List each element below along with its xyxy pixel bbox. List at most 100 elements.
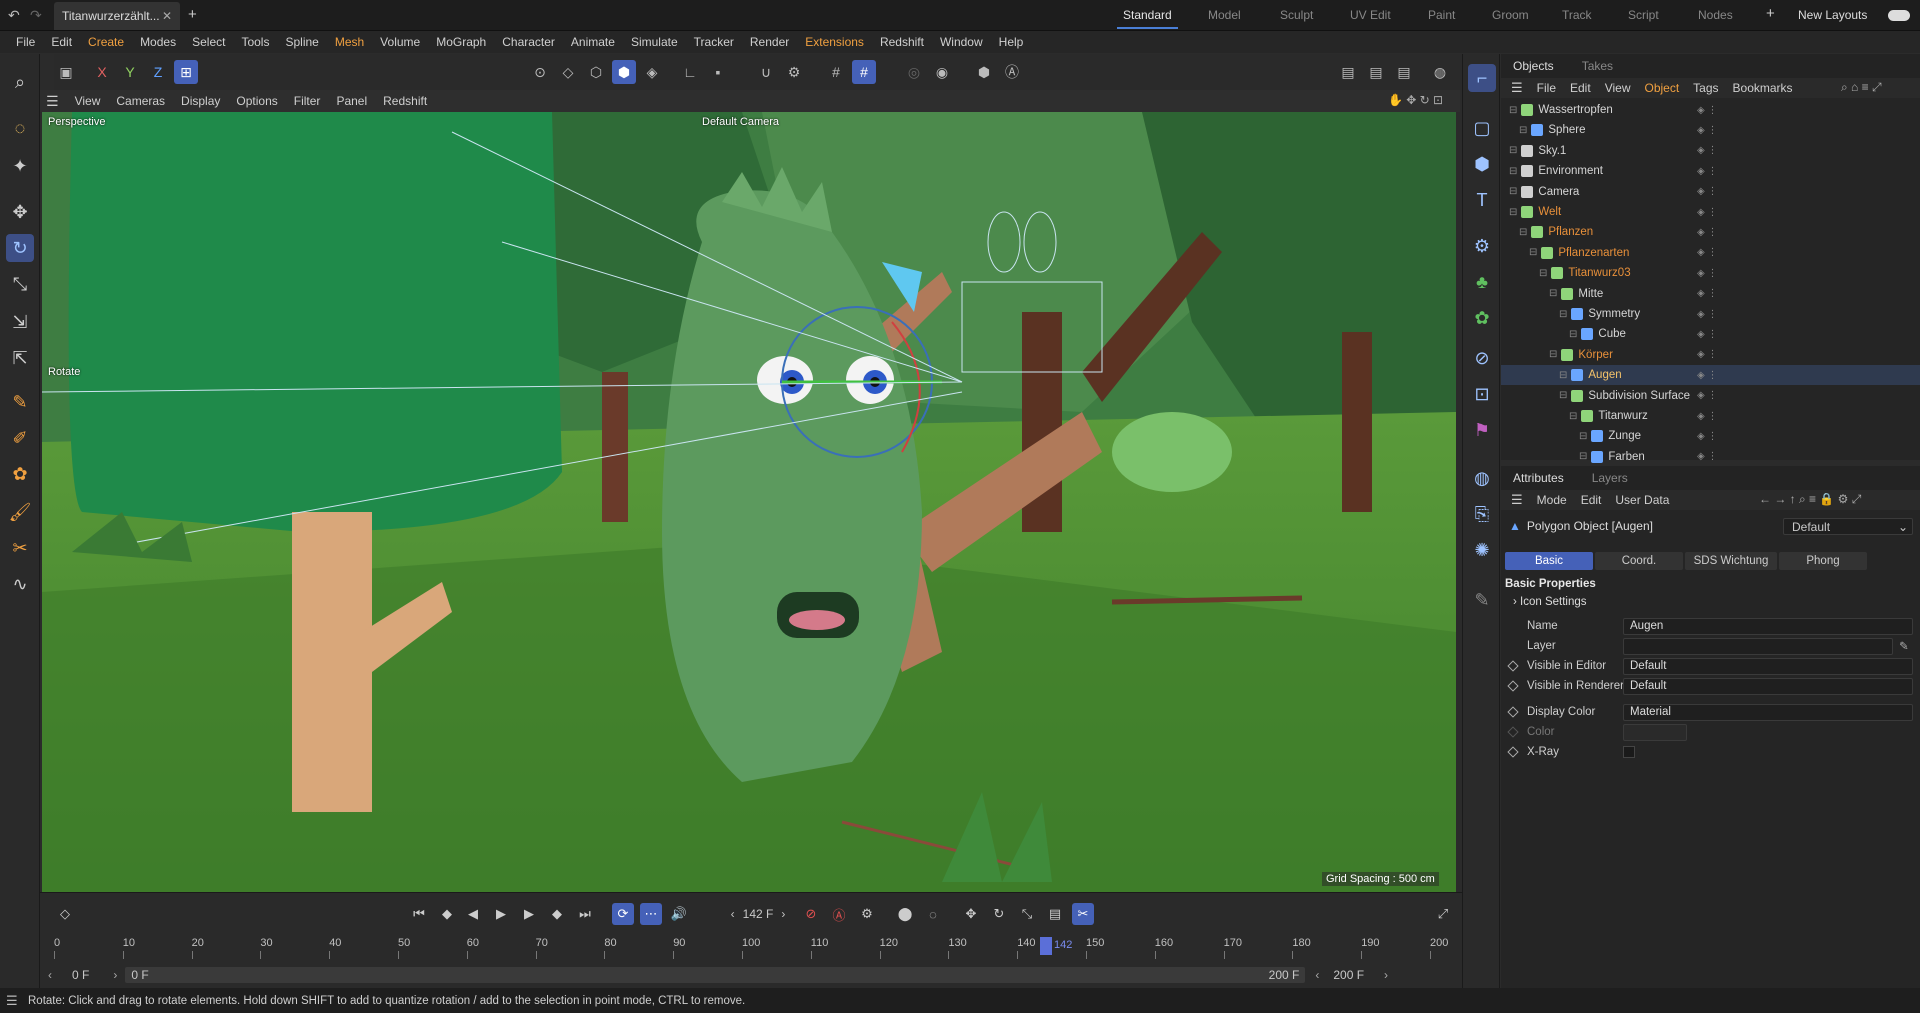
document-tab[interactable]: Titanwurzerzählt... ✕: [54, 2, 180, 30]
tab-objects[interactable]: Objects: [1513, 59, 1554, 73]
timeline-expand-icon[interactable]: ⤢: [1432, 903, 1454, 925]
axis-x-button[interactable]: X: [90, 60, 114, 84]
selection-tools-icon[interactable]: ✦: [6, 152, 34, 180]
sound-icon[interactable]: 🔊: [668, 903, 690, 925]
world-coords-icon[interactable]: ⊞: [174, 60, 198, 84]
live-selection-icon[interactable]: ◌: [6, 114, 34, 142]
layout-tab-uv-edit[interactable]: UV Edit: [1350, 8, 1391, 22]
search-icon[interactable]: ⌕: [6, 68, 34, 96]
character-icon[interactable]: ⚑: [1468, 416, 1496, 444]
render-settings-icon[interactable]: ▤: [1392, 60, 1416, 84]
keyframe-diamond-icon[interactable]: [1507, 680, 1519, 692]
visibility-dots-icon[interactable]: ◈ ⋮: [1697, 329, 1717, 340]
menu-tools[interactable]: Tools: [233, 35, 277, 49]
viewport-nav-icons[interactable]: ✋ ✥ ↻ ⊡: [1380, 93, 1451, 107]
position-key-icon[interactable]: ✥: [960, 903, 982, 925]
keyframe-selection-icon[interactable]: ⬤: [894, 903, 916, 925]
attributes-menu-mode[interactable]: Mode: [1537, 493, 1567, 507]
menu-simulate[interactable]: Simulate: [623, 35, 686, 49]
objects-menu-edit[interactable]: Edit: [1570, 81, 1591, 95]
rotation-key-icon[interactable]: ↻: [988, 903, 1010, 925]
expand-toggle-icon[interactable]: ⊟: [1549, 349, 1557, 360]
start-frame-field[interactable]: 0 F: [72, 968, 89, 982]
grid-icon[interactable]: #: [824, 60, 848, 84]
generator-icon[interactable]: ⚙: [1468, 232, 1496, 260]
expand-toggle-icon[interactable]: ⊟: [1569, 411, 1577, 422]
end-chevron-left-icon[interactable]: ‹: [1315, 968, 1319, 982]
visibility-dots-icon[interactable]: ◈ ⋮: [1697, 268, 1717, 279]
lock-icon[interactable]: ⬢: [972, 60, 996, 84]
spline-pen-icon[interactable]: ✎: [6, 388, 34, 416]
expand-toggle-icon[interactable]: ⊟: [1509, 145, 1517, 156]
layout-tab-sculpt[interactable]: Sculpt: [1280, 8, 1313, 22]
next-key-icon[interactable]: ◆: [546, 903, 568, 925]
expand-toggle-icon[interactable]: ⊟: [1509, 207, 1517, 218]
sketch-object-icon[interactable]: ✎: [1468, 586, 1496, 614]
menu-animate[interactable]: Animate: [563, 35, 623, 49]
play-icon[interactable]: ▶: [490, 903, 512, 925]
expand-toggle-icon[interactable]: ⊟: [1509, 105, 1517, 116]
tab-attributes[interactable]: Attributes: [1513, 471, 1564, 485]
field-icon[interactable]: ⊘: [1468, 344, 1496, 372]
move-tool-icon[interactable]: ✥: [6, 198, 34, 226]
snap-settings-icon[interactable]: ⚙: [782, 60, 806, 84]
start-chevron-right-icon[interactable]: ›: [113, 968, 117, 982]
point-level-icon[interactable]: ✂: [1072, 903, 1094, 925]
redshift-render-icon[interactable]: ◍: [1428, 60, 1452, 84]
objects-menu-view[interactable]: View: [1605, 81, 1631, 95]
object-row[interactable]: ⊟ Körper ◈ ⋮: [1501, 345, 1920, 365]
keyframe-diamond-icon[interactable]: [1507, 660, 1519, 672]
visible-renderer-dropdown[interactable]: Default: [1623, 677, 1913, 695]
expand-toggle-icon[interactable]: ⊟: [1539, 268, 1547, 279]
object-row[interactable]: ⊟ Zunge ◈ ⋮: [1501, 426, 1920, 446]
viewport-camera-label[interactable]: Default Camera: [702, 116, 779, 128]
status-menu-icon[interactable]: ☰: [6, 993, 18, 1009]
viewport-menu-options[interactable]: Options: [228, 94, 285, 108]
tab-takes[interactable]: Takes: [1582, 59, 1613, 73]
null-object-icon[interactable]: ⌐: [1468, 64, 1496, 92]
visibility-dots-icon[interactable]: ◈ ⋮: [1697, 125, 1717, 136]
spline-tools-icon[interactable]: ✿: [6, 460, 34, 488]
keyframe-diamond-icon[interactable]: ◇: [54, 903, 76, 925]
end-frame-field[interactable]: 200 F: [1333, 968, 1364, 982]
volume-icon[interactable]: ⊡: [1468, 380, 1496, 408]
axis-z-button[interactable]: Z: [146, 60, 170, 84]
objects-menu-icon[interactable]: ☰: [1511, 80, 1523, 96]
object-row[interactable]: ⊟ Symmetry ◈ ⋮: [1501, 304, 1920, 324]
layout-tab-script[interactable]: Script: [1628, 8, 1659, 22]
transfer-tool-icon[interactable]: ⇲: [6, 308, 34, 336]
object-row[interactable]: ⊟ Pflanzen ◈ ⋮: [1501, 222, 1920, 242]
layout-tab-model[interactable]: Model: [1208, 8, 1241, 22]
preset-dropdown[interactable]: Default ⌄: [1783, 518, 1913, 535]
polygons-mode-icon[interactable]: ⬡: [584, 60, 608, 84]
expand-toggle-icon[interactable]: ⊟: [1519, 227, 1527, 238]
menu-create[interactable]: Create: [80, 35, 132, 49]
visibility-dots-icon[interactable]: ◈ ⋮: [1697, 186, 1717, 197]
object-row[interactable]: ⊟ Subdivision Surface ◈ ⋮: [1501, 386, 1920, 406]
objects-menu-tags[interactable]: Tags: [1693, 81, 1718, 95]
auto-keying-icon[interactable]: Ⓐ: [828, 903, 850, 925]
scale-tool-icon[interactable]: ⤡: [6, 270, 34, 298]
menu-mograph[interactable]: MoGraph: [428, 35, 494, 49]
expand-toggle-icon[interactable]: ⊟: [1569, 329, 1577, 340]
go-to-start-icon[interactable]: ⏮: [408, 903, 430, 925]
record-parameters-icon[interactable]: ◌: [922, 903, 944, 925]
menu-file[interactable]: File: [8, 35, 43, 49]
visibility-dots-icon[interactable]: ◈ ⋮: [1697, 451, 1717, 462]
spline-object-icon[interactable]: ▢: [1468, 114, 1496, 142]
snap-icon[interactable]: ∪: [754, 60, 778, 84]
object-row[interactable]: ⊟ Mitte ◈ ⋮: [1501, 284, 1920, 304]
light-object-icon[interactable]: ✺: [1468, 536, 1496, 564]
previous-frame-icon[interactable]: ◀: [462, 903, 484, 925]
object-row[interactable]: ⊟ Augen ◈ ⋮: [1501, 365, 1920, 386]
objects-menu-bookmarks[interactable]: Bookmarks: [1733, 81, 1793, 95]
expand-toggle-icon[interactable]: ⊟: [1559, 390, 1567, 401]
visibility-dots-icon[interactable]: ◈ ⋮: [1697, 390, 1717, 401]
keyframe-diamond-icon[interactable]: [1507, 706, 1519, 718]
brush-icon[interactable]: 🖌: [6, 498, 34, 526]
prop-tab-coord[interactable]: Coord.: [1595, 552, 1683, 570]
expand-toggle-icon[interactable]: ⊟: [1579, 451, 1587, 462]
fps-mode-icon[interactable]: ⋯: [640, 903, 662, 925]
object-row[interactable]: ⊟ Farben ◈ ⋮: [1501, 447, 1920, 467]
visibility-dots-icon[interactable]: ◈ ⋮: [1697, 247, 1717, 258]
